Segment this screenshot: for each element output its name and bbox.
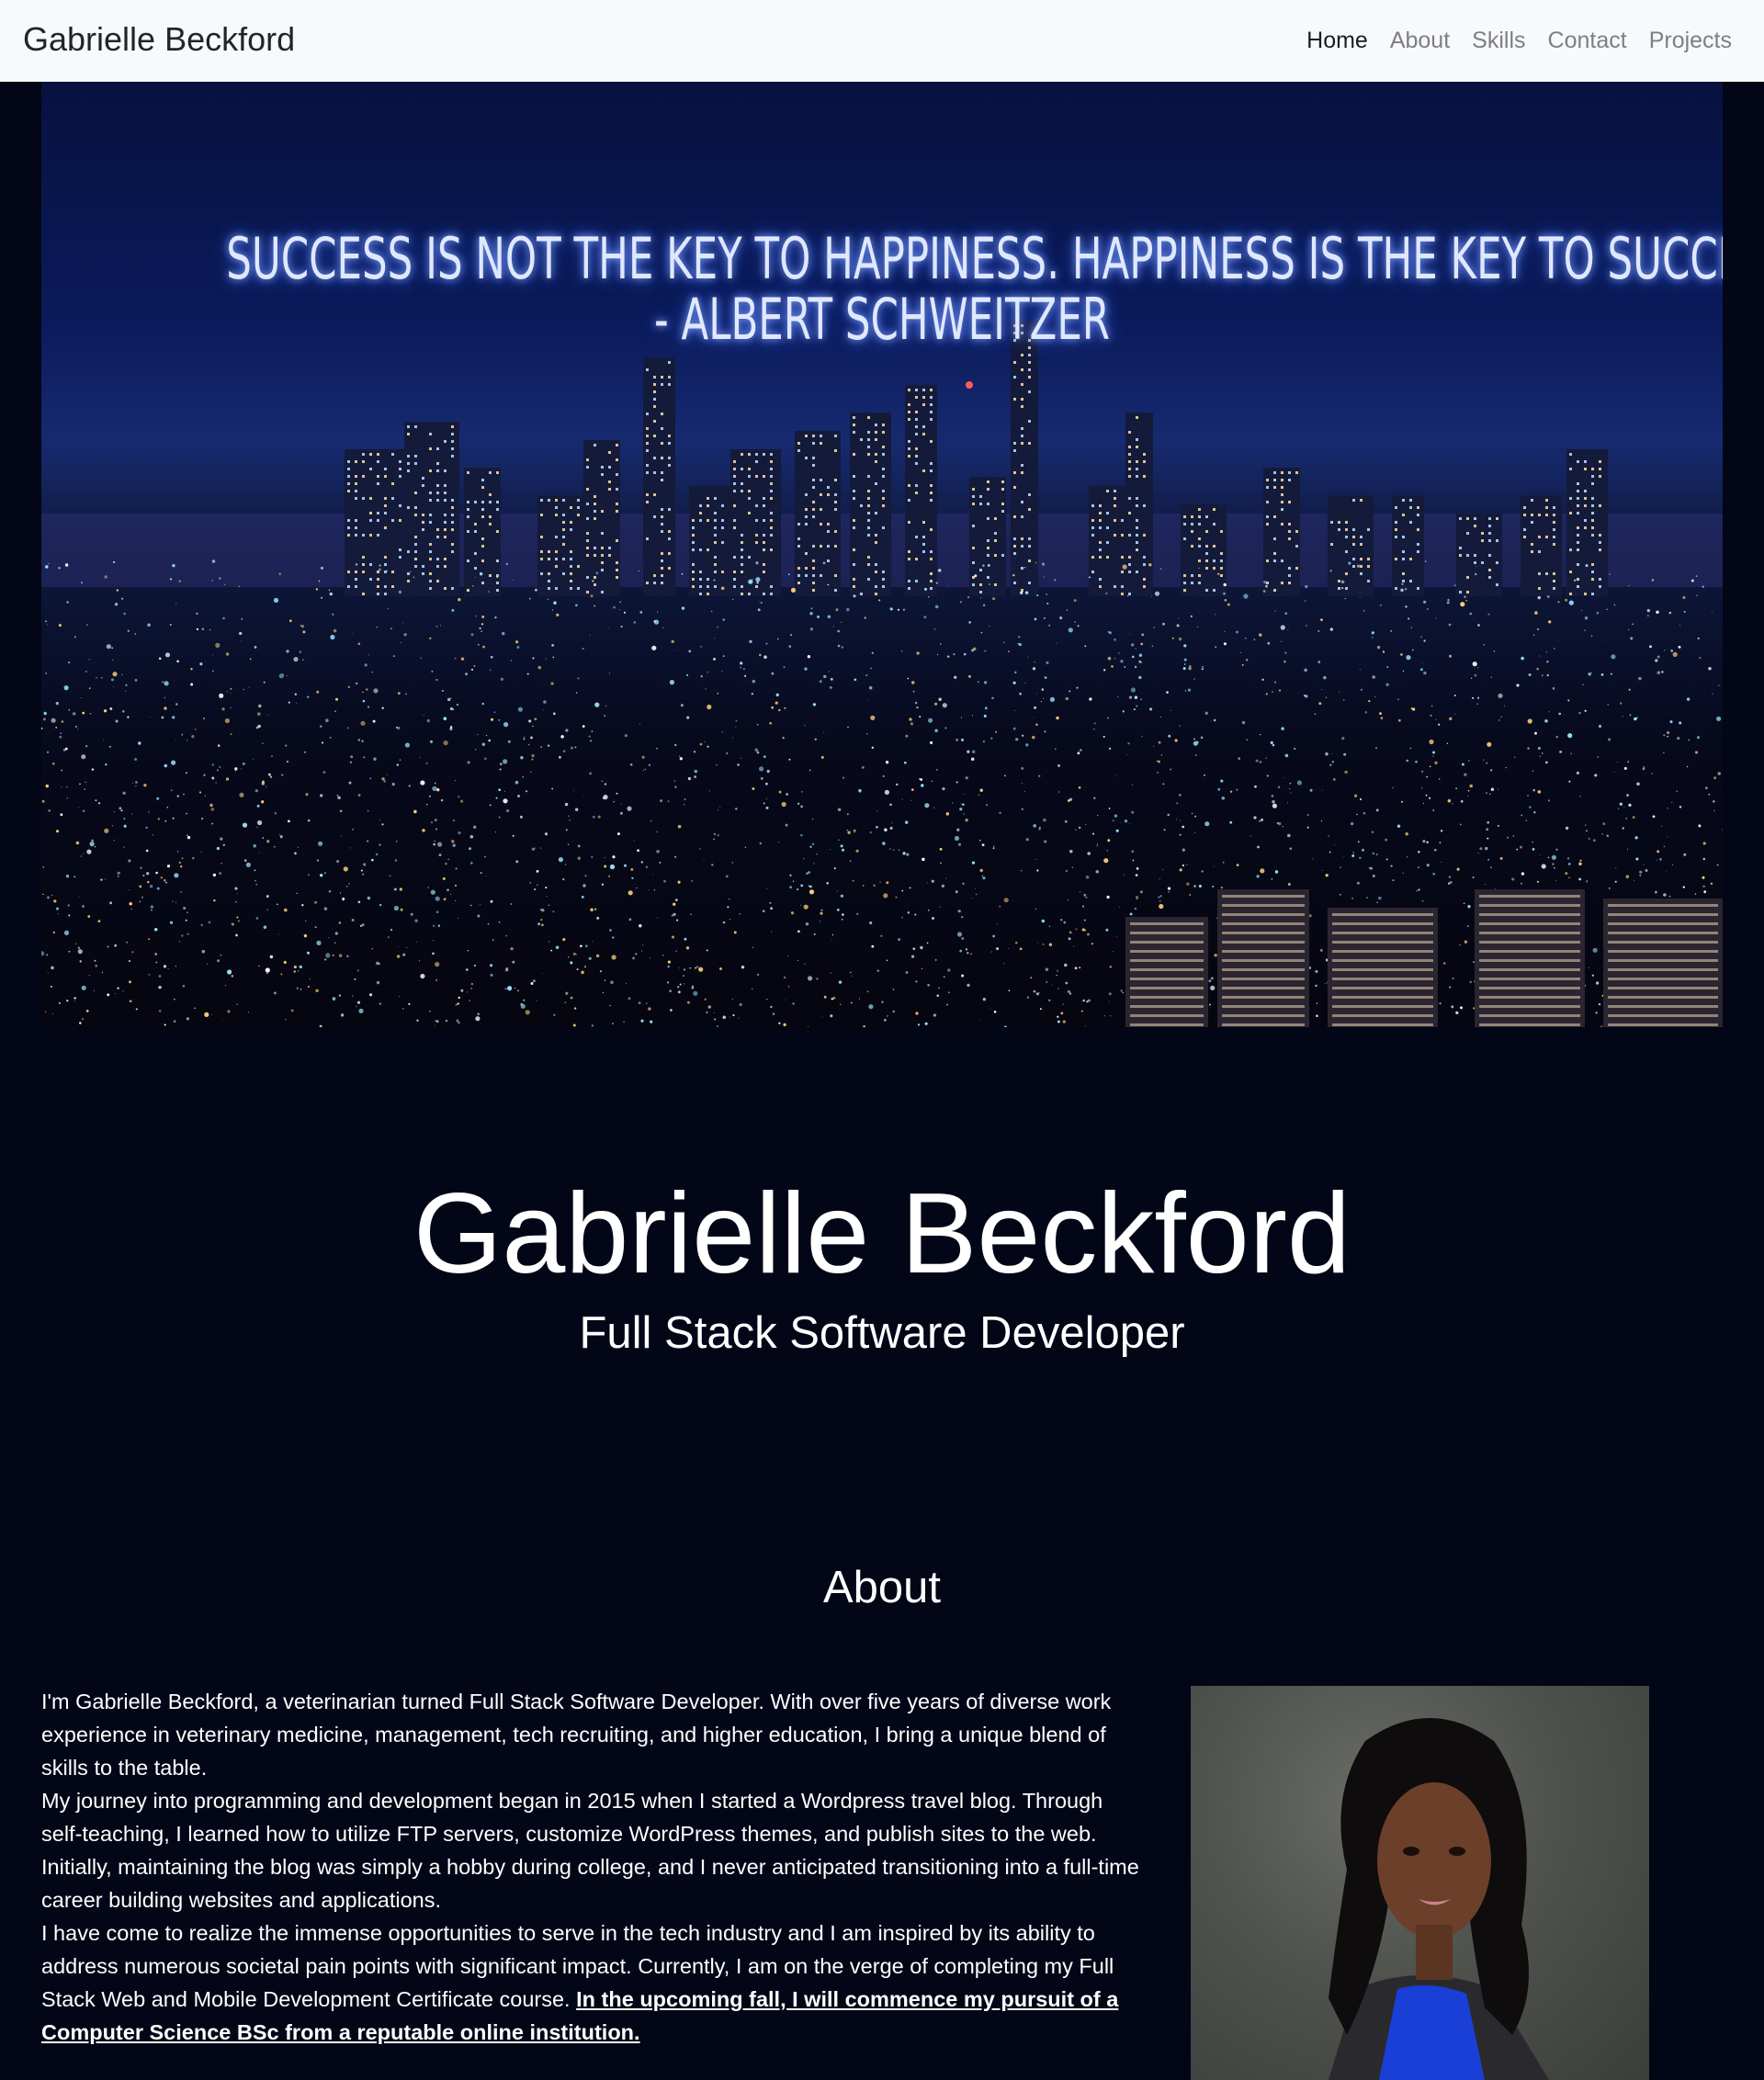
nav-about-link[interactable]: About bbox=[1390, 28, 1450, 54]
hero-quote: Success is not the key to happiness. Hap… bbox=[226, 225, 1723, 353]
hero-banner-image: Success is not the key to happiness. Hap… bbox=[41, 82, 1723, 1027]
about-paragraph-3: I have come to realize the immense oppor… bbox=[41, 1916, 1144, 2049]
about-heading: About bbox=[822, 1563, 942, 1612]
about-paragraph-1: I'm Gabrielle Beckford, a veterinarian t… bbox=[41, 1690, 1112, 1780]
brand-link[interactable]: Gabrielle Beckford bbox=[23, 20, 295, 59]
hero-quote-line-1: Success is not the key to happiness. Hap… bbox=[226, 225, 1723, 292]
nav-projects-link[interactable]: Projects bbox=[1649, 28, 1732, 54]
about-text: I'm Gabrielle Beckford, a veterinarian t… bbox=[41, 1685, 1144, 2049]
nav-contact-link[interactable]: Contact bbox=[1548, 28, 1627, 54]
hero-role-subtitle: Full Stack Software Developer bbox=[579, 1308, 1185, 1358]
about-paragraph-2: My journey into programming and developm… bbox=[41, 1789, 1139, 1912]
nav-home-link[interactable]: Home bbox=[1306, 28, 1368, 54]
hero-quote-line-2: - Albert Schweitzer bbox=[653, 286, 1111, 353]
hero-name-heading: Gabrielle Beckford bbox=[413, 1170, 1351, 1297]
city-skyline-graphic bbox=[41, 321, 1723, 1027]
nav-skills-link[interactable]: Skills bbox=[1472, 28, 1525, 54]
nav-links: Home About Skills Contact Projects bbox=[1306, 28, 1732, 54]
navbar: Gabrielle Beckford Home About Skills Con… bbox=[0, 0, 1764, 82]
portrait-figure-graphic bbox=[1329, 1718, 1549, 2080]
profile-photo bbox=[1191, 1686, 1649, 2080]
